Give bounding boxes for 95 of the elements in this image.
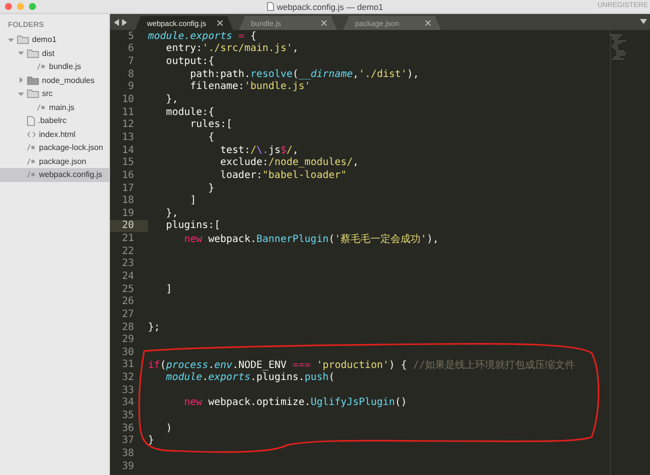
disclosure-triangle-icon[interactable] (18, 77, 24, 84)
line-number: 15 (120, 156, 135, 170)
disclosure-triangle-icon[interactable] (18, 50, 24, 56)
code-line: ] (165, 284, 172, 295)
dropdown-caret-icon[interactable] (640, 19, 647, 24)
line-number: 20 (110, 220, 148, 232)
code-file-icon (27, 158, 36, 165)
code-line: }, (165, 208, 178, 219)
line-number: 33 (120, 384, 135, 397)
sidebar-item[interactable]: package-lock.json (0, 141, 109, 154)
line-number: 39 (120, 460, 135, 472)
line-number: 24 (120, 270, 135, 283)
close-icon[interactable] (217, 20, 223, 26)
line-number: 17 (120, 182, 135, 194)
code-line: rules:[ (189, 119, 232, 130)
code-line: }; (148, 322, 160, 333)
tab-navigation-arrows-icon[interactable] (114, 18, 127, 26)
disclosure-triangle-icon[interactable] (18, 90, 24, 97)
code-line: filename:'bundle.js' (189, 81, 311, 92)
line-number: 25 (120, 282, 135, 296)
close-icon[interactable] (425, 20, 431, 26)
line-number: 23 (120, 258, 135, 270)
minimize-window-button[interactable] (17, 3, 24, 10)
line-number: 13 (120, 131, 135, 144)
code-line: output:{ (165, 56, 214, 68)
code-file-icon (27, 144, 36, 152)
sidebar-item[interactable]: node_modules (0, 74, 109, 87)
line-number: 10 (120, 93, 135, 106)
file-icon (27, 116, 35, 126)
code-line: } (207, 182, 214, 194)
code-line: plugins:[ (165, 220, 220, 232)
line-number: 30 (120, 346, 135, 359)
line-number: 27 (120, 308, 135, 321)
line-number: 8 (126, 68, 135, 81)
sidebar-item[interactable]: dist (0, 46, 109, 60)
code-line: entry:'./src/main.js', (165, 43, 299, 54)
code-file-icon (37, 104, 46, 111)
folder-icon (17, 35, 29, 44)
code-line: } (148, 435, 154, 446)
window-title: webpack.config.js — demo1 (276, 2, 384, 12)
markup-file-icon (27, 130, 36, 138)
folder-icon (27, 76, 39, 85)
folder-icon (27, 48, 39, 58)
line-number: 36 (120, 422, 135, 434)
sidebar-item[interactable]: main.js (0, 100, 109, 114)
code-line: }, (165, 94, 178, 106)
line-number: 7 (126, 55, 135, 68)
folder-icon (27, 89, 39, 98)
line-number: 21 (120, 232, 135, 245)
line-number: 11 (120, 106, 135, 118)
code-line: ] (189, 195, 196, 206)
line-number: 31 (120, 358, 135, 372)
code-line: loader:"babel-loader" (219, 170, 347, 181)
line-number: 32 (120, 371, 135, 384)
code-line: module:{ (165, 106, 214, 118)
code-line: test:/\.js$/, (219, 144, 299, 156)
line-number: 22 (120, 244, 135, 258)
line-number: 29 (120, 333, 135, 346)
line-number: 26 (120, 295, 135, 308)
code-file-icon (37, 63, 46, 70)
line-number: 34 (120, 396, 135, 410)
document-icon (266, 2, 274, 11)
line-number: 12 (120, 118, 135, 132)
line-number: 38 (120, 447, 135, 460)
line-number: 35 (120, 409, 135, 422)
line-number: 14 (120, 144, 135, 156)
sidebar-item[interactable]: src (0, 87, 109, 100)
code-line: if(process.env.NODE_ENV === 'production') { //如果是线上环境就打包成压缩文件 (148, 358, 576, 372)
line-number: 9 (126, 80, 135, 94)
line-number: 16 (120, 169, 135, 182)
code-line: module.exports.plugins.push( (165, 372, 335, 384)
sidebar-item[interactable]: package.json (0, 154, 109, 168)
line-number: 28 (120, 320, 135, 334)
zoom-window-button[interactable] (29, 3, 36, 10)
line-number: 18 (120, 194, 135, 207)
code-line: exclude:/node_modules/, (219, 157, 359, 168)
disclosure-triangle-icon[interactable] (8, 36, 14, 43)
code-line: path:path.resolve(__dirname,'./dist'), (189, 68, 419, 80)
code-line: ) (165, 422, 172, 434)
code-line: module.exports = { (148, 30, 256, 42)
line-number: 37 (120, 434, 135, 448)
sidebar-item[interactable]: .babelrc (0, 114, 109, 128)
line-number: 19 (120, 206, 135, 220)
code-line: { (207, 132, 214, 143)
sidebar-item[interactable]: index.html (0, 128, 109, 141)
code-line: new webpack.optimize.UglifyJsPlugin() (183, 397, 407, 408)
sidebar-item[interactable]: bundle.js (0, 60, 109, 74)
close-icon[interactable] (321, 20, 327, 26)
line-number: 5 (126, 30, 135, 43)
line-number: 6 (126, 42, 135, 56)
code-line: new webpack.BannerPlugin('蔡毛毛一定会成功'), (183, 232, 439, 246)
sidebar-item[interactable]: webpack.config.js (0, 168, 109, 182)
sidebar-item[interactable]: demo1 (0, 33, 109, 46)
code-file-icon (27, 171, 36, 178)
close-window-button[interactable] (5, 3, 12, 10)
